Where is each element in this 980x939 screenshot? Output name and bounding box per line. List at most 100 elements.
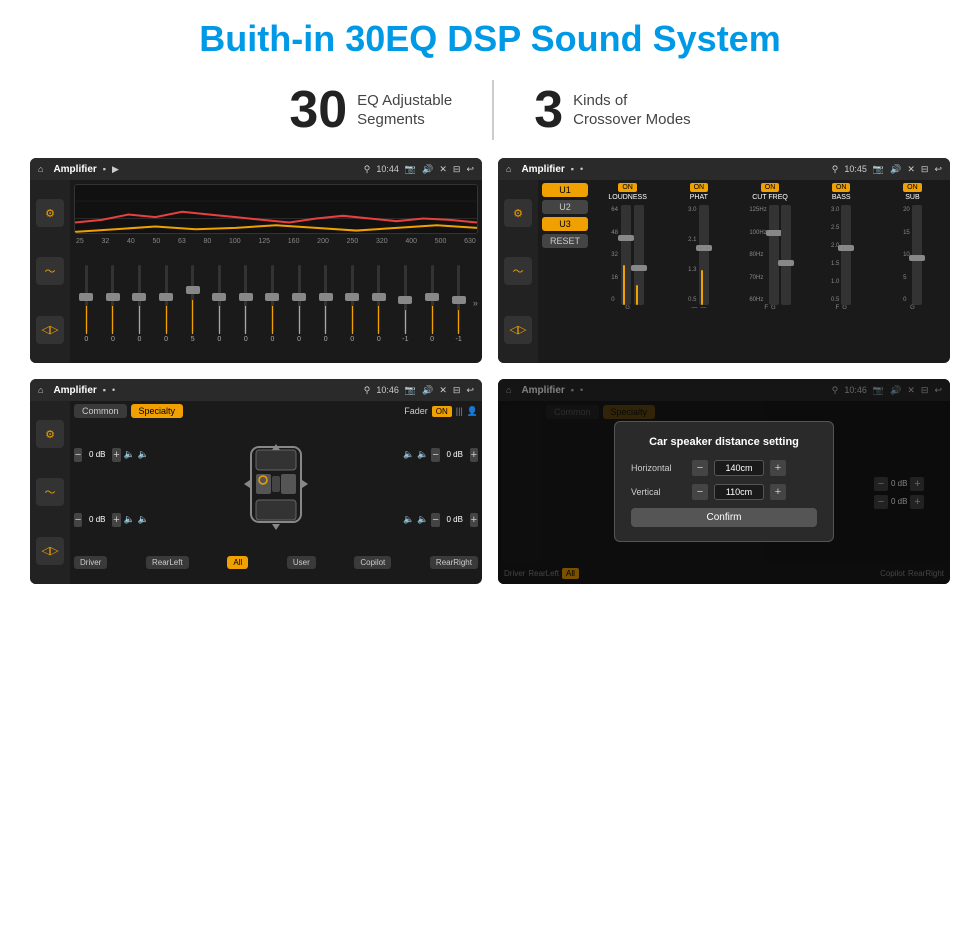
cross-wave-btn[interactable]: 〜 xyxy=(504,257,532,285)
stat1-number: 30 xyxy=(289,80,347,140)
cross-tune-btn[interactable]: ⚙ xyxy=(504,199,532,227)
close-icon: ✕ xyxy=(439,164,447,175)
sp-body: ⚙ 〜 ◁▷ Common Specialty Fader ON ||| 👤 xyxy=(30,401,482,584)
sp-spk-icon2b: 🔈 xyxy=(138,514,149,525)
eq-slider-4[interactable]: 0 xyxy=(154,263,179,343)
cross-ch-sub: ON SUB 20151050 G xyxy=(879,183,946,311)
eq-slider-14[interactable]: 0 xyxy=(420,263,445,343)
sp-tune-btn[interactable]: ⚙ xyxy=(36,420,64,448)
volume-icon3: 🔊 xyxy=(422,385,433,396)
close-icon2: ✕ xyxy=(907,164,915,175)
eq-vol-btn[interactable]: ◁▷ xyxy=(36,316,64,344)
cutfreq-on-btn[interactable]: ON xyxy=(761,183,780,192)
sp-spk-icon1: 🔈 xyxy=(124,449,135,460)
sp-vol-right-top: 🔈 🔈 − 0 dB + xyxy=(403,448,478,462)
dist-horizontal-row: Horizontal − 140cm + xyxy=(631,460,817,476)
eq-slider-5[interactable]: 5 xyxy=(180,263,205,343)
eq-slider-7[interactable]: 0 xyxy=(234,263,259,343)
sp-vol-plus2[interactable]: + xyxy=(112,513,120,527)
sp-car-diagram xyxy=(155,422,397,552)
sp-right-vols: 🔈 🔈 − 0 dB + 🔈 🔈 − 0 dB + xyxy=(403,422,478,552)
sp-wave-btn[interactable]: 〜 xyxy=(36,478,64,506)
dist-horizontal-plus[interactable]: + xyxy=(770,460,786,476)
stat2-number: 3 xyxy=(534,80,563,140)
close-icon3: ✕ xyxy=(439,385,447,396)
sp-vol-val4: 0 dB xyxy=(443,515,467,524)
sp-fader-on[interactable]: ON xyxy=(432,406,452,417)
eq-slider-3[interactable]: 0 xyxy=(127,263,152,343)
cross-u3-btn[interactable]: U3 xyxy=(542,217,588,231)
eq-slider-12[interactable]: 0 xyxy=(367,263,392,343)
sp-vol-plus3[interactable]: + xyxy=(470,448,478,462)
sp-sidebar: ⚙ 〜 ◁▷ xyxy=(30,401,70,584)
sp-specialty-tab[interactable]: Specialty xyxy=(131,404,184,418)
dot-icon2: • xyxy=(580,164,583,174)
screen3-time: 10:46 xyxy=(376,385,399,395)
dist-horizontal-minus[interactable]: − xyxy=(692,460,708,476)
eq-slider-8[interactable]: 0 xyxy=(260,263,285,343)
eq-slider-13[interactable]: -1 xyxy=(393,263,418,343)
eq-wave-btn[interactable]: 〜 xyxy=(36,257,64,285)
location-icon2: ⚲ xyxy=(832,164,839,175)
sp-vol-minus3[interactable]: − xyxy=(431,448,439,462)
screen-cross: ⌂ Amplifier ▪ • ⚲ 10:45 📷 🔊 ✕ ⊟ ↩ ⚙ 〜 ◁▷… xyxy=(498,158,950,363)
dist-horizontal-label: Horizontal xyxy=(631,463,686,473)
sp-rearleft-btn[interactable]: RearLeft xyxy=(146,556,189,569)
eq-expand-btn[interactable]: » xyxy=(473,298,478,308)
back-icon2: ↩ xyxy=(934,164,942,175)
eq-sliders-row: 0 0 0 0 5 xyxy=(74,247,478,359)
home-icon3[interactable]: ⌂ xyxy=(38,385,43,395)
home-icon2[interactable]: ⌂ xyxy=(506,164,511,174)
sp-vol-plus4[interactable]: + xyxy=(470,513,478,527)
sp-user-btn[interactable]: User xyxy=(287,556,316,569)
sp-vol-minus2[interactable]: − xyxy=(74,513,82,527)
eq-slider-10[interactable]: 0 xyxy=(313,263,338,343)
cross-u2-btn[interactable]: U2 xyxy=(542,200,588,214)
loudness-on-btn[interactable]: ON xyxy=(618,183,637,192)
eq-slider-2[interactable]: 0 xyxy=(101,263,126,343)
location-icon3: ⚲ xyxy=(364,385,371,396)
sp-user-icon[interactable]: 👤 xyxy=(467,406,478,417)
eq-slider-11[interactable]: 0 xyxy=(340,263,365,343)
eq-slider-6[interactable]: 0 xyxy=(207,263,232,343)
dist-vertical-row: Vertical − 110cm + xyxy=(631,484,817,500)
eq-slider-15[interactable]: -1 xyxy=(446,263,471,343)
sp-vol-val3: 0 dB xyxy=(443,450,467,459)
bass-on-btn[interactable]: ON xyxy=(832,183,851,192)
screen3-status-bar: ⌂ Amplifier ▪ • ⚲ 10:46 📷 🔊 ✕ ⊟ ↩ xyxy=(30,379,482,401)
sp-spk-icon4: 🔈 xyxy=(403,514,414,525)
sp-main: Common Specialty Fader ON ||| 👤 − 0 dB + xyxy=(70,401,482,584)
sp-vol-plus1[interactable]: + xyxy=(112,448,120,462)
eq-tune-btn[interactable]: ⚙ xyxy=(36,199,64,227)
sp-vol-right-bottom: 🔈 🔈 − 0 dB + xyxy=(403,513,478,527)
sp-all-btn[interactable]: All xyxy=(227,556,248,569)
stats-row: 30 EQ AdjustableSegments 3 Kinds ofCross… xyxy=(0,70,980,158)
bass-label: BASS xyxy=(832,194,851,201)
cross-reset-btn[interactable]: RESET xyxy=(542,234,588,248)
sp-driver-btn[interactable]: Driver xyxy=(74,556,107,569)
sp-vol-left-bottom: − 0 dB + 🔈 🔈 xyxy=(74,513,149,527)
eq-slider-1[interactable]: 0 xyxy=(74,263,99,343)
sub-on-btn[interactable]: ON xyxy=(903,183,922,192)
sp-spk-icon2: 🔈 xyxy=(124,514,135,525)
sp-rearright-btn[interactable]: RearRight xyxy=(430,556,478,569)
screen-icon: ⊟ xyxy=(453,164,461,175)
eq-body: ⚙ 〜 ◁▷ xyxy=(30,180,482,363)
phat-on-btn[interactable]: ON xyxy=(690,183,709,192)
dist-vertical-plus[interactable]: + xyxy=(770,484,786,500)
confirm-button[interactable]: Confirm xyxy=(631,508,817,527)
sp-copilot-btn[interactable]: Copilot xyxy=(354,556,391,569)
dist-vertical-minus[interactable]: − xyxy=(692,484,708,500)
sp-vol-btn[interactable]: ◁▷ xyxy=(36,537,64,565)
cross-vol-btn[interactable]: ◁▷ xyxy=(504,316,532,344)
screen2-title: Amplifier xyxy=(521,164,564,175)
cross-u1-btn[interactable]: U1 xyxy=(542,183,588,197)
phat-label: PHAT xyxy=(690,194,708,201)
sp-common-tab[interactable]: Common xyxy=(74,404,127,418)
sp-vol-minus4[interactable]: − xyxy=(431,513,439,527)
eq-slider-9[interactable]: 0 xyxy=(287,263,312,343)
home-icon[interactable]: ⌂ xyxy=(38,164,43,174)
sp-vol-minus1[interactable]: − xyxy=(74,448,82,462)
dist-vertical-value: 110cm xyxy=(714,484,764,500)
sp-spk-icon4b: 🔈 xyxy=(417,514,428,525)
